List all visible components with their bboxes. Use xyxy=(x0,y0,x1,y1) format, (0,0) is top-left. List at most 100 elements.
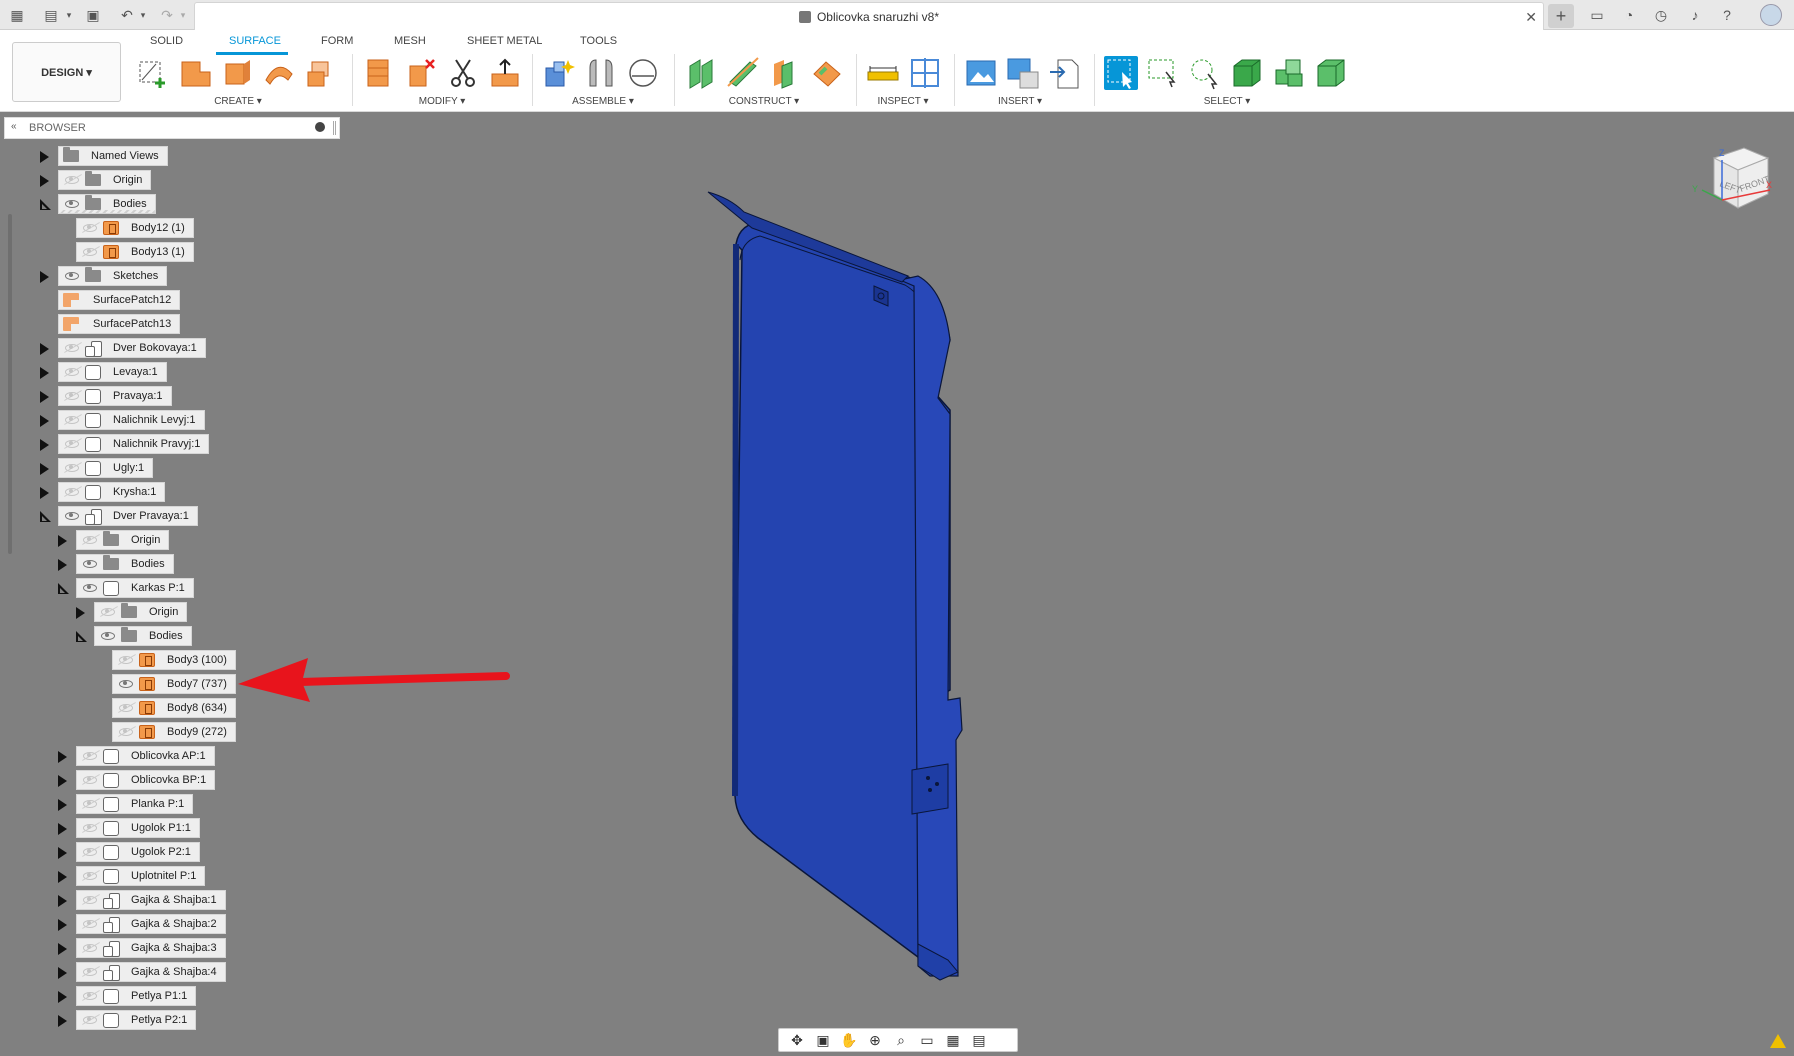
expand-arrow-icon[interactable] xyxy=(58,871,67,883)
inspect-group-label[interactable]: INSPECT ▾ xyxy=(870,96,936,107)
revolve-surface-icon[interactable] xyxy=(220,56,254,90)
expand-arrow-icon[interactable] xyxy=(58,967,67,979)
visibility-eye-icon[interactable] xyxy=(65,368,79,376)
expand-arrow-icon[interactable] xyxy=(58,799,67,811)
visibility-eye-icon[interactable] xyxy=(65,440,79,448)
offset-surface-icon[interactable] xyxy=(488,56,522,90)
expand-arrow-icon[interactable] xyxy=(40,367,49,379)
document-tab[interactable]: Oblicovka snaruzhi v8* ✕ xyxy=(194,2,1544,30)
insert-canvas-icon[interactable] xyxy=(964,56,998,90)
file-dropdown-icon[interactable]: ▾ xyxy=(60,6,78,24)
split-scissors-icon[interactable] xyxy=(446,56,480,90)
visibility-eye-icon[interactable] xyxy=(83,584,97,592)
visibility-eye-icon[interactable] xyxy=(119,728,133,736)
expand-arrow-icon[interactable] xyxy=(58,775,67,787)
zoom-icon[interactable]: ⊕ xyxy=(865,1032,885,1048)
tree-item[interactable]: Petlya P1:1 xyxy=(76,986,197,1006)
tree-item[interactable]: SurfacePatch13 xyxy=(58,314,181,334)
expand-arrow-icon[interactable] xyxy=(40,487,49,499)
visibility-eye-icon[interactable] xyxy=(83,968,97,976)
tree-item[interactable]: Ugolok P1:1 xyxy=(76,818,200,838)
construct-group-label[interactable]: CONSTRUCT ▾ xyxy=(724,96,804,107)
tree-item[interactable]: Dver Bokovaya:1 xyxy=(58,338,206,358)
tree-item[interactable]: Gajka & Shajba:3 xyxy=(76,938,226,958)
modify-group-label[interactable]: MODIFY ▾ xyxy=(412,96,472,107)
visibility-eye-icon[interactable] xyxy=(65,344,79,352)
tree-item[interactable]: Bodies xyxy=(76,554,174,574)
axis-through-cylinder-icon[interactable] xyxy=(726,56,760,90)
tab-surface[interactable]: SURFACE xyxy=(229,35,281,47)
save-icon[interactable]: ▣ xyxy=(84,6,102,24)
close-tab-icon[interactable]: ✕ xyxy=(1525,9,1537,26)
file-icon[interactable]: ▤ xyxy=(42,6,60,24)
expand-arrow-icon[interactable] xyxy=(40,271,49,283)
visibility-eye-icon[interactable] xyxy=(119,704,133,712)
plane-along-path-icon[interactable] xyxy=(810,56,844,90)
tree-item[interactable]: Uplotnitel P:1 xyxy=(76,866,206,886)
tree-item[interactable]: Pravaya:1 xyxy=(58,386,172,406)
collapse-browser-icon[interactable]: « xyxy=(11,121,17,132)
insert-group-label[interactable]: INSERT ▾ xyxy=(990,96,1050,107)
tree-item[interactable]: Ugly:1 xyxy=(58,458,154,478)
visibility-eye-icon[interactable] xyxy=(65,200,79,208)
viewports-icon[interactable]: ▤ xyxy=(969,1032,989,1048)
tree-item[interactable]: Body3 (100) xyxy=(112,650,236,670)
expand-arrow-icon[interactable] xyxy=(76,607,85,619)
create-group-label[interactable]: CREATE ▾ xyxy=(208,96,268,107)
visibility-eye-icon[interactable] xyxy=(101,632,115,640)
tree-item[interactable]: Ugolok P2:1 xyxy=(76,842,200,862)
app-grid-icon[interactable]: ▦ xyxy=(8,6,26,24)
tree-item[interactable]: Bodies xyxy=(58,194,156,214)
tree-item[interactable]: Origin xyxy=(58,170,152,190)
job-status-icon[interactable]: ◔ xyxy=(1620,6,1638,24)
visibility-eye-icon[interactable] xyxy=(65,416,79,424)
select-faces-icon[interactable] xyxy=(1272,56,1306,90)
press-pull-icon[interactable] xyxy=(362,56,396,90)
tree-item[interactable]: Planka P:1 xyxy=(76,794,194,814)
expand-arrow-icon[interactable] xyxy=(40,391,49,403)
tree-item[interactable]: Levaya:1 xyxy=(58,362,167,382)
tree-item[interactable]: Oblicovka BP:1 xyxy=(76,770,216,790)
visibility-eye-icon[interactable] xyxy=(83,752,97,760)
tree-item[interactable]: Oblicovka AP:1 xyxy=(76,746,215,766)
tree-item[interactable]: Petlya P2:1 xyxy=(76,1010,197,1030)
bell-icon[interactable]: ♪ xyxy=(1686,6,1704,24)
expand-arrow-icon[interactable] xyxy=(58,943,67,955)
visibility-eye-icon[interactable] xyxy=(83,224,97,232)
visibility-eye-icon[interactable] xyxy=(83,920,97,928)
expand-arrow-icon[interactable] xyxy=(58,895,67,907)
minimize-icon[interactable] xyxy=(315,122,325,132)
visibility-eye-icon[interactable] xyxy=(65,272,79,280)
sweep-surface-icon[interactable] xyxy=(262,56,296,90)
visibility-eye-icon[interactable] xyxy=(83,896,97,904)
help-icon[interactable]: ? xyxy=(1718,6,1736,24)
tree-item[interactable]: Body12 (1) xyxy=(76,218,194,238)
tree-item[interactable]: Gajka & Shajba:2 xyxy=(76,914,226,934)
avatar[interactable] xyxy=(1760,4,1782,26)
history-icon[interactable]: ◷ xyxy=(1652,6,1670,24)
visibility-eye-icon[interactable] xyxy=(83,992,97,1000)
section-analysis-icon[interactable] xyxy=(908,56,942,90)
visibility-eye-icon[interactable] xyxy=(65,464,79,472)
expand-arrow-icon[interactable] xyxy=(40,415,49,427)
tree-item[interactable]: Body7 (737) xyxy=(112,674,236,694)
offset-plane-icon[interactable] xyxy=(684,56,718,90)
collapse-arrow-icon[interactable] xyxy=(76,631,88,643)
browser-scrollbar[interactable] xyxy=(8,214,12,554)
tab-mesh[interactable]: MESH xyxy=(394,35,426,47)
redo-dropdown-icon[interactable]: ▾ xyxy=(174,6,192,24)
visibility-eye-icon[interactable] xyxy=(65,176,79,184)
expand-arrow-icon[interactable] xyxy=(58,535,67,547)
tree-item[interactable]: Body8 (634) xyxy=(112,698,236,718)
insert-mesh-icon[interactable] xyxy=(1048,56,1082,90)
tree-item[interactable]: Sketches xyxy=(58,266,168,286)
tree-item[interactable]: Body9 (272) xyxy=(112,722,236,742)
collapse-arrow-icon[interactable] xyxy=(40,511,52,523)
look-at-icon[interactable]: ▣ xyxy=(813,1032,833,1048)
assemble-group-label[interactable]: ASSEMBLE ▾ xyxy=(568,96,638,107)
viewcube[interactable]: LEFT FRONT Z Y X xyxy=(1688,144,1774,222)
expand-arrow-icon[interactable] xyxy=(40,151,49,163)
visibility-eye-icon[interactable] xyxy=(83,560,97,568)
visibility-eye-icon[interactable] xyxy=(83,824,97,832)
create-sketch-icon[interactable] xyxy=(136,56,170,90)
